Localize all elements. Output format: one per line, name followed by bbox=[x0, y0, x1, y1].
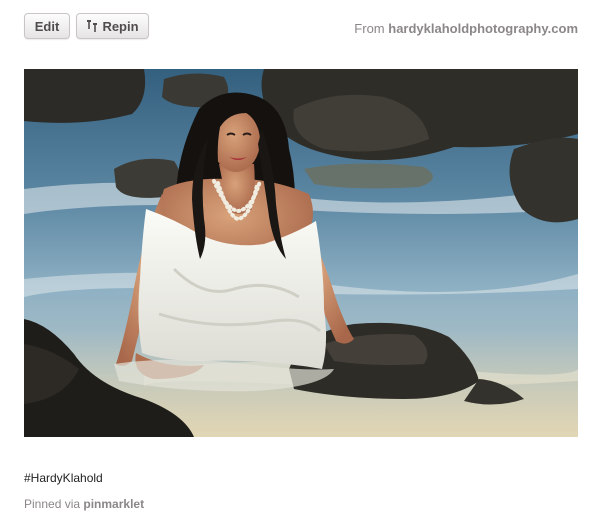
pinned-via-app-link[interactable]: pinmarklet bbox=[83, 497, 144, 511]
source-link[interactable]: hardyklaholdphotography.com bbox=[388, 21, 578, 36]
edit-button-label: Edit bbox=[34, 18, 60, 34]
repin-icon bbox=[87, 20, 98, 32]
source-domain-suffix: .com bbox=[547, 21, 578, 36]
repin-button[interactable]: Repin bbox=[76, 13, 149, 39]
pinned-via: Pinned via pinmarklet bbox=[24, 497, 144, 511]
repin-button-label: Repin bbox=[102, 18, 139, 34]
pin-photo[interactable] bbox=[24, 69, 578, 437]
pin-caption: #HardyKlahold bbox=[24, 471, 103, 485]
edit-button[interactable]: Edit bbox=[24, 13, 70, 39]
source-prefix: From bbox=[354, 21, 385, 36]
source-domain-name: hardyklaholdphotography bbox=[388, 21, 548, 36]
pinned-via-prefix: Pinned via bbox=[24, 497, 81, 511]
pin-source: From hardyklaholdphotography.com bbox=[354, 21, 578, 36]
